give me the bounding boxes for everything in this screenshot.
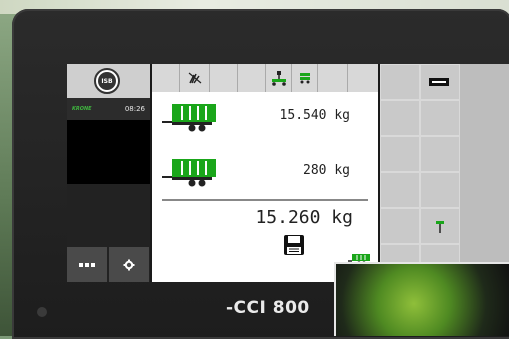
settings-gear-icon <box>123 259 135 270</box>
softkey-2b[interactable] <box>420 100 460 136</box>
softkey-1b[interactable] <box>420 64 460 100</box>
brand-label: KRONE <box>72 106 92 112</box>
machine-photo <box>334 262 509 336</box>
softkey-5b[interactable] <box>420 208 460 244</box>
softkey-1a[interactable] <box>380 64 420 100</box>
softkey-4b[interactable] <box>420 172 460 208</box>
left-panel: ISB KRONE 08:26 <box>67 64 150 282</box>
trailer-icon <box>162 104 216 132</box>
tab-empty-3[interactable] <box>238 64 266 92</box>
isb-area: ISB <box>67 64 150 98</box>
tab-scale-hitch[interactable] <box>266 64 292 92</box>
softkey-5a[interactable] <box>380 208 420 244</box>
net-weight-value: 15.260 kg <box>255 207 353 228</box>
scale-hitch-icon <box>271 71 286 86</box>
gross-weight-value: 15.540 kg <box>279 108 350 123</box>
tab-grass[interactable] <box>180 64 210 92</box>
tab-empty[interactable] <box>152 64 180 92</box>
weighing-view: 15.540 kg 280 kg 15.260 kg <box>152 64 378 282</box>
minus-icon <box>429 78 449 86</box>
settings-button[interactable] <box>109 247 149 282</box>
ambient-light-sensor <box>37 307 47 317</box>
divider <box>162 199 368 201</box>
softkey-3b[interactable] <box>420 136 460 172</box>
softkey-2a[interactable] <box>380 100 420 136</box>
softkey-3a[interactable] <box>380 136 420 172</box>
tab-empty-4[interactable] <box>318 64 348 92</box>
grass-icon <box>188 72 201 84</box>
save-icon[interactable] <box>283 234 305 256</box>
preview-area <box>67 120 150 184</box>
tab-empty-2[interactable] <box>210 64 238 92</box>
menu-dots-icon <box>79 262 95 267</box>
clock: 08:26 <box>124 105 145 113</box>
softkey-4a[interactable] <box>380 172 420 208</box>
tab-empty-5[interactable] <box>348 64 378 92</box>
top-softkey-bar <box>152 64 378 92</box>
right-softkey-panel <box>380 64 509 282</box>
trailer-small-icon <box>299 73 310 84</box>
isb-label: ISB <box>98 72 116 90</box>
isb-button[interactable]: ISB <box>94 68 120 94</box>
trailer-empty-icon <box>162 159 216 187</box>
status-row: KRONE 08:26 <box>67 98 150 120</box>
cci-logo: -CCI 800 <box>226 298 310 318</box>
display-screen: ISB KRONE 08:26 15.540 kg 280 kg 15.260 … <box>67 64 509 282</box>
tare-weight-value: 280 kg <box>303 163 350 178</box>
tare-icon <box>436 221 444 233</box>
menu-button[interactable] <box>67 247 107 282</box>
tab-trailer[interactable] <box>292 64 318 92</box>
